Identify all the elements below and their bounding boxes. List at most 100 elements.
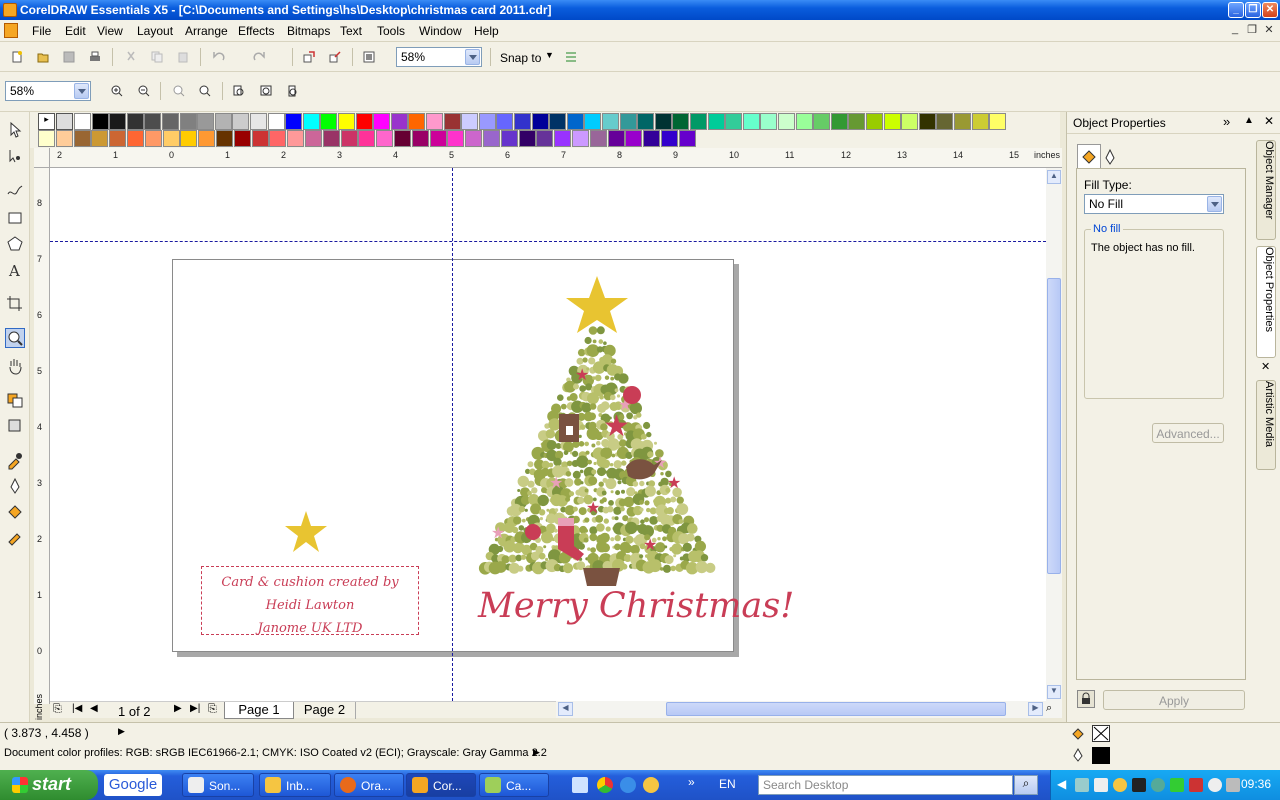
profiles-expand-icon[interactable]: ▶: [533, 747, 540, 758]
save-button[interactable]: [60, 48, 78, 66]
last-page-icon[interactable]: ▶|: [190, 703, 200, 714]
palette-swatch[interactable]: [989, 113, 1007, 130]
palette-swatch[interactable]: [302, 113, 320, 130]
palette-swatch[interactable]: [661, 130, 678, 147]
palette-swatch[interactable]: [643, 130, 661, 147]
snap-to-label[interactable]: Snap to: [500, 51, 541, 65]
add-page-after-icon[interactable]: ⎘: [208, 703, 217, 716]
menu-text[interactable]: Text: [340, 24, 362, 38]
tray-mail-icon[interactable]: [1094, 778, 1108, 792]
palette-swatch[interactable]: [338, 113, 355, 130]
palette-swatch[interactable]: [216, 130, 233, 147]
scroll-up-icon[interactable]: ▲: [1047, 170, 1061, 184]
palette-swatch[interactable]: [707, 113, 725, 130]
palette-swatch[interactable]: [954, 113, 971, 130]
application-launcher-icon[interactable]: [360, 48, 378, 66]
palette-swatch[interactable]: [496, 113, 514, 130]
palette-swatch[interactable]: [725, 113, 743, 130]
copy-icon[interactable]: [148, 48, 166, 66]
palette-swatch[interactable]: [566, 113, 584, 130]
palette-swatch[interactable]: [285, 113, 303, 130]
palette-swatch[interactable]: [232, 113, 250, 130]
palette-swatch[interactable]: [55, 130, 73, 147]
palette-swatch[interactable]: [654, 113, 672, 130]
fill-indicator-icon[interactable]: [1070, 726, 1086, 742]
tab-artistic-media[interactable]: Artistic Media: [1256, 380, 1276, 470]
menu-tools[interactable]: Tools: [377, 24, 405, 38]
task-son[interactable]: Son...: [182, 773, 254, 797]
palette-swatch[interactable]: [322, 130, 340, 147]
task-ca[interactable]: Ca...: [479, 773, 549, 797]
palette-swatch[interactable]: [518, 130, 536, 147]
document-color-profiles[interactable]: Document color profiles: RGB: sRGB IEC61…: [4, 747, 547, 759]
palette-swatch[interactable]: [971, 113, 989, 130]
palette-swatch[interactable]: [214, 113, 232, 130]
navigator-zoom-icon[interactable]: ⌕: [1046, 702, 1052, 715]
palette-swatch[interactable]: [91, 113, 109, 130]
greeting-text[interactable]: Merry Christmas!: [478, 586, 794, 626]
task-ora[interactable]: Ora...: [334, 773, 404, 797]
palette-swatch[interactable]: [500, 130, 518, 147]
palette-swatch[interactable]: [180, 130, 198, 147]
palette-swatch[interactable]: [198, 130, 216, 147]
zoom-to-page-icon[interactable]: [230, 82, 248, 100]
palette-swatch[interactable]: [478, 113, 496, 130]
desktop-search-input[interactable]: Search Desktop: [758, 775, 1013, 795]
palette-swatch[interactable]: [411, 130, 429, 147]
tab-page-2[interactable]: Page 2: [294, 702, 356, 719]
zoom-level-dropdown[interactable]: 58%: [396, 47, 482, 67]
options-icon[interactable]: [562, 48, 580, 66]
credit-text-box[interactable]: Card & cushion created by Heidi Lawton J…: [201, 566, 419, 636]
palette-swatch[interactable]: [619, 113, 637, 130]
text-tool-icon[interactable]: A: [5, 260, 25, 280]
docker-close-icon[interactable]: ✕: [1264, 114, 1274, 128]
language-indicator[interactable]: EN: [719, 777, 736, 791]
tray-usb-icon[interactable]: [1226, 778, 1240, 792]
undo-icon[interactable]: [210, 48, 228, 66]
redo-icon[interactable]: [250, 48, 268, 66]
outline-color-swatch[interactable]: [1092, 747, 1110, 764]
zoom-tool-icon[interactable]: [5, 328, 25, 348]
task-inbox[interactable]: Inb...: [259, 773, 331, 797]
palette-swatch[interactable]: [536, 130, 554, 147]
fill-type-dropdown[interactable]: No Fill: [1084, 194, 1224, 214]
palette-swatch[interactable]: [443, 113, 461, 130]
horizontal-guideline[interactable]: [50, 241, 1046, 242]
search-icon[interactable]: ⌕: [1014, 775, 1038, 795]
palette-swatch[interactable]: [340, 130, 358, 147]
palette-swatch[interactable]: [637, 113, 655, 130]
palette-swatch[interactable]: [358, 130, 376, 147]
shape-tool-icon[interactable]: [5, 146, 25, 166]
palette-swatch[interactable]: [554, 130, 572, 147]
palette-swatch[interactable]: [584, 113, 602, 130]
quicklaunch-ie-icon[interactable]: [620, 777, 636, 793]
palette-swatch[interactable]: [901, 113, 919, 130]
new-document-button[interactable]: [8, 48, 26, 66]
previous-page-icon[interactable]: ◀: [90, 703, 98, 714]
docker-collapse-icon[interactable]: ▲: [1244, 115, 1254, 126]
restore-button[interactable]: ❐: [1245, 2, 1261, 18]
zoom-to-all-objects-icon[interactable]: [196, 82, 214, 100]
palette-swatch[interactable]: [549, 113, 567, 130]
palette-swatch[interactable]: [179, 113, 197, 130]
horizontal-scrollbar[interactable]: ◀ ▶ ⌕: [556, 701, 1062, 718]
import-icon[interactable]: [300, 48, 318, 66]
crop-tool-icon[interactable]: [5, 294, 25, 314]
doc-restore-icon[interactable]: ❐: [1244, 23, 1260, 37]
palette-swatch[interactable]: [126, 113, 144, 130]
palette-swatch[interactable]: [678, 130, 696, 147]
palette-swatch[interactable]: [866, 113, 883, 130]
palette-swatch[interactable]: [936, 113, 954, 130]
palette-swatch[interactable]: [38, 130, 55, 147]
palette-swatch[interactable]: [602, 113, 619, 130]
property-zoom-dropdown[interactable]: 58%: [5, 81, 91, 101]
menu-layout[interactable]: Layout: [137, 24, 173, 38]
docker-expand-icon[interactable]: »: [1223, 114, 1230, 129]
first-page-icon[interactable]: |◀: [72, 703, 82, 714]
palette-swatch[interactable]: [197, 113, 215, 130]
quicklaunch-chrome-icon[interactable]: [597, 777, 613, 793]
tray-app-icon[interactable]: [1113, 778, 1127, 792]
pick-tool-icon[interactable]: [5, 120, 25, 140]
fill-tool-icon[interactable]: [5, 502, 25, 522]
palette-swatch[interactable]: [672, 113, 690, 130]
